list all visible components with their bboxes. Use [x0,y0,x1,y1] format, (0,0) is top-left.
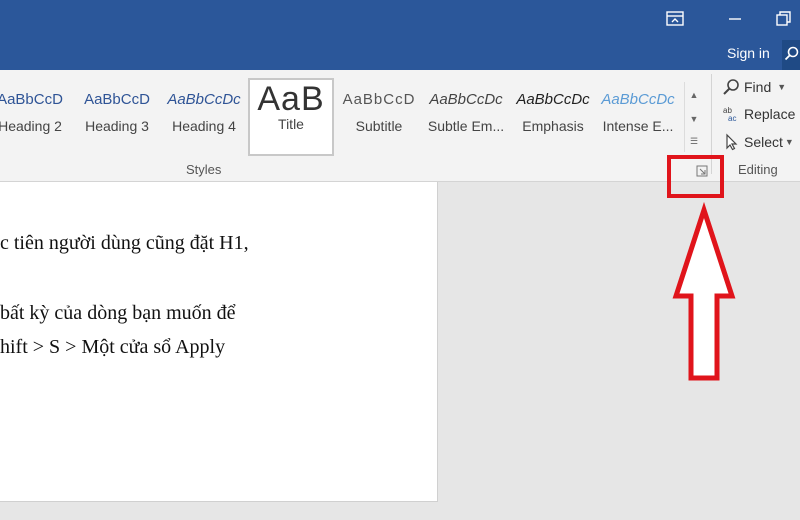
style-sample: AaBbCcD [342,91,416,108]
scroll-down-icon[interactable]: ▼ [685,108,703,130]
replace-label: Replace [744,106,796,122]
select-label: Select [744,134,783,150]
style-sample: AaBbCcDc [429,91,503,108]
replace-button[interactable]: ab ac Replace [722,102,795,126]
style-sample: AaB [257,80,325,118]
minimize-icon[interactable] [724,8,746,30]
cursor-arrow-icon [726,133,738,151]
annotation-arrow-up-icon [672,201,736,381]
search-icon [784,46,799,61]
style-name: Subtle Em... [427,118,505,134]
find-button[interactable]: Find ▼ [722,75,786,99]
style-sample: AaBbCcDc [601,91,675,108]
document-text-line: bất kỳ của dòng bạn muốn để [0,302,236,324]
document-page[interactable]: c tiên người dùng cũng đặt H1, bất kỳ củ… [0,182,438,502]
find-icon [723,79,739,95]
style-heading-2[interactable]: AaBbCcD Heading 2 [0,82,66,152]
style-sample: AaBbCcD [84,91,150,108]
style-name: Subtitle [355,118,403,134]
style-name: Emphasis [522,118,584,134]
document-text-line: hift > S > Một cửa sổ Apply [0,336,226,358]
style-name: Intense E... [602,118,674,134]
select-button[interactable]: Select ▼ [722,130,794,154]
style-subtle-emphasis[interactable]: AaBbCcDc Subtle Em... [424,82,508,152]
sign-in-link[interactable]: Sign in [727,45,770,61]
title-bar: Sign in [0,0,800,70]
find-label: Find [744,79,772,95]
document-text-line: c tiên người dùng cũng đặt H1, [0,232,249,254]
ribbon-display-options-icon[interactable] [664,8,686,30]
gallery-scroll: ▲ ▼ ☰ [684,82,702,152]
style-name: Title [278,116,304,132]
restore-icon[interactable] [772,8,794,30]
chevron-down-icon: ▼ [777,82,787,92]
styles-group-label: Styles [186,162,222,177]
chevron-down-icon: ▼ [784,137,794,147]
gallery-more-icon[interactable]: ☰ [685,130,703,152]
styles-gallery: AaBbCcD Heading 2 AaBbCcD Heading 3 AaBb… [0,74,704,164]
style-heading-4[interactable]: AaBbCcDc Heading 4 [164,82,244,152]
editing-group-label: Editing [738,162,778,177]
style-sample: AaBbCcDc [516,91,590,108]
style-intense-emphasis[interactable]: AaBbCcDc Intense E... [598,82,678,152]
style-sample: AaBbCcDc [167,91,241,108]
replace-icon: abac [723,106,736,123]
annotation-highlight-box [667,155,724,198]
style-name: Heading 4 [172,118,236,134]
style-subtitle[interactable]: AaBbCcD Subtitle [338,82,420,152]
style-title[interactable]: AaB Title [248,78,334,156]
style-name: Heading 3 [85,118,149,134]
style-heading-3[interactable]: AaBbCcD Heading 3 [78,82,156,152]
style-emphasis[interactable]: AaBbCcDc Emphasis [512,82,594,152]
style-name: Heading 2 [0,118,62,134]
style-sample: AaBbCcD [0,91,63,108]
tell-me-search-button[interactable] [782,40,800,70]
svg-text:ac: ac [728,114,736,123]
scroll-up-icon[interactable]: ▲ [685,84,703,106]
